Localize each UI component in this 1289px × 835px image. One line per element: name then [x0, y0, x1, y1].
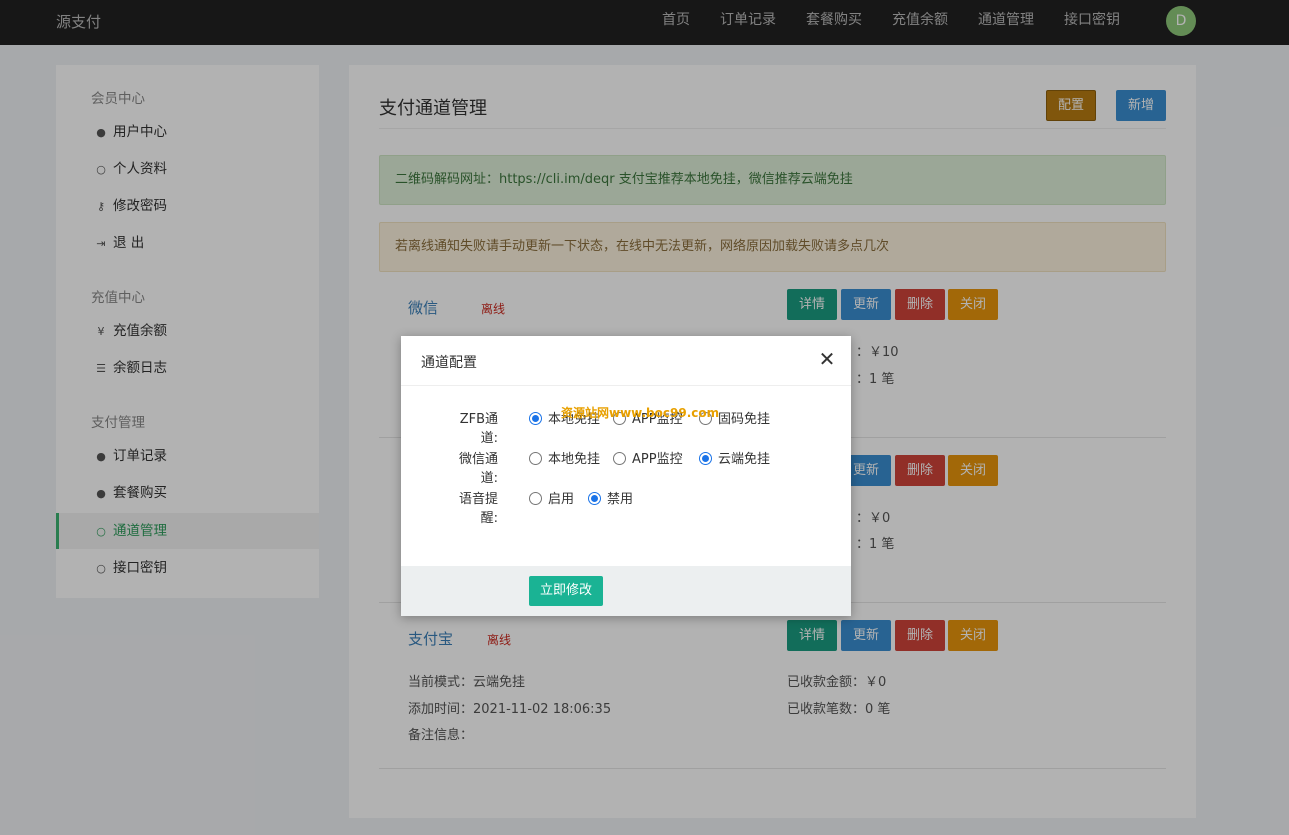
- divider: [401, 385, 851, 386]
- option-label: 启用: [548, 492, 575, 507]
- voice-option-disable[interactable]: 禁用: [588, 488, 633, 507]
- radio-selected-icon[interactable]: [529, 412, 542, 425]
- wechat-option-local[interactable]: 本地免挂: [529, 448, 600, 467]
- wechat-channel-label: 微信通道:: [458, 452, 498, 486]
- radio-icon[interactable]: [613, 452, 626, 465]
- modal-footer: 立即修改: [401, 566, 851, 616]
- radio-selected-icon[interactable]: [699, 452, 712, 465]
- voice-alert-label: 语音提醒:: [458, 492, 498, 526]
- option-label: 本地免挂: [548, 452, 601, 467]
- wechat-option-app[interactable]: APP监控: [613, 448, 683, 467]
- option-label: 禁用: [607, 492, 634, 507]
- option-label: APP监控: [632, 452, 683, 467]
- modal-title: 通道配置: [421, 355, 477, 371]
- option-label: 云端免挂: [718, 452, 771, 467]
- submit-button[interactable]: 立即修改: [529, 576, 603, 606]
- wechat-option-cloud[interactable]: 云端免挂: [699, 448, 770, 467]
- voice-option-enable[interactable]: 启用: [529, 488, 574, 507]
- channel-config-modal: 通道配置 ✕ ZFB通道: 本地免挂 APP监控 固码免挂 微信通道: 本地免挂…: [401, 336, 851, 616]
- option-label: 固码免挂: [718, 412, 771, 427]
- watermark: 资源站网www.boc99.com: [561, 406, 720, 420]
- radio-selected-icon[interactable]: [588, 492, 601, 505]
- radio-icon[interactable]: [529, 452, 542, 465]
- zfb-channel-label: ZFB通道:: [459, 412, 498, 446]
- close-icon[interactable]: ✕: [817, 349, 837, 369]
- radio-icon[interactable]: [529, 492, 542, 505]
